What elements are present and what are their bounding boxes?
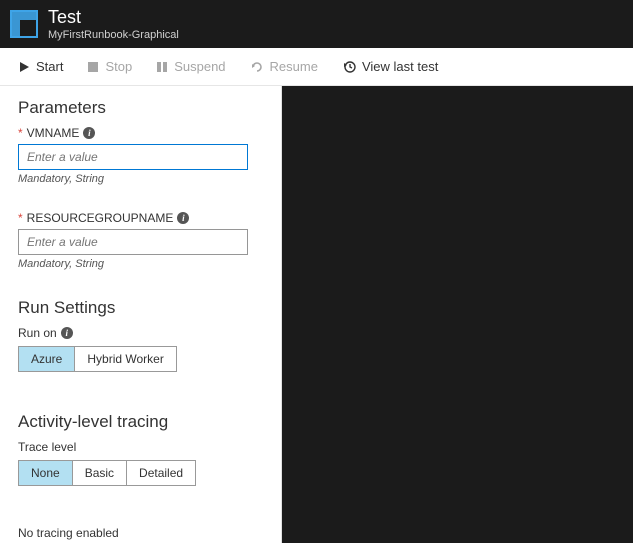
rgname-field: * RESOURCEGROUPNAME i Mandatory, String (18, 211, 263, 270)
trace-level-toggle: None Basic Detailed (18, 460, 196, 486)
pause-icon (156, 61, 168, 73)
resume-label: Resume (270, 59, 318, 74)
output-pane (282, 86, 633, 543)
suspend-button[interactable]: Suspend (146, 53, 235, 80)
run-settings-section: Run Settings Run on i Azure Hybrid Worke… (18, 298, 263, 372)
required-mark: * (18, 126, 23, 140)
info-icon[interactable]: i (61, 327, 73, 339)
vmname-label: VMNAME (27, 126, 80, 140)
run-on-azure[interactable]: Azure (19, 347, 75, 371)
start-label: Start (36, 59, 63, 74)
stop-label: Stop (105, 59, 132, 74)
run-on-hybrid[interactable]: Hybrid Worker (75, 347, 175, 371)
trace-detailed[interactable]: Detailed (127, 461, 195, 485)
tracing-message: No tracing enabled (18, 526, 263, 540)
rgname-label: RESOURCEGROUPNAME (27, 211, 174, 225)
page-title: Test (48, 7, 179, 28)
rgname-help: Mandatory, String (18, 258, 263, 270)
run-settings-heading: Run Settings (18, 298, 263, 318)
runbook-icon (10, 10, 38, 38)
blade-header: Test MyFirstRunbook-Graphical (0, 0, 633, 48)
start-button[interactable]: Start (8, 53, 73, 80)
vmname-field: * VMNAME i Mandatory, String (18, 126, 263, 185)
vmname-input[interactable] (18, 144, 248, 170)
info-icon[interactable]: i (83, 127, 95, 139)
page-subtitle: MyFirstRunbook-Graphical (48, 29, 179, 41)
rgname-input[interactable] (18, 229, 248, 255)
view-last-test-button[interactable]: View last test (332, 53, 448, 80)
history-icon (342, 60, 356, 74)
play-icon (18, 61, 30, 73)
trace-none[interactable]: None (19, 461, 73, 485)
resume-button[interactable]: Resume (240, 53, 328, 80)
resume-icon (250, 60, 264, 74)
stop-icon (87, 61, 99, 73)
run-on-toggle: Azure Hybrid Worker (18, 346, 177, 372)
vmname-help: Mandatory, String (18, 173, 263, 185)
tracing-section: Activity-level tracing Trace level None … (18, 412, 263, 540)
suspend-label: Suspend (174, 59, 225, 74)
required-mark: * (18, 211, 23, 225)
stop-button[interactable]: Stop (77, 53, 142, 80)
info-icon[interactable]: i (177, 212, 189, 224)
parameters-heading: Parameters (18, 98, 263, 118)
left-pane: Parameters * VMNAME i Mandatory, String … (0, 86, 282, 543)
tracing-heading: Activity-level tracing (18, 412, 263, 432)
run-on-label: Run on (18, 326, 57, 340)
view-last-label: View last test (362, 59, 438, 74)
trace-level-label: Trace level (18, 440, 76, 454)
trace-basic[interactable]: Basic (73, 461, 127, 485)
toolbar: Start Stop Suspend Resume View last test (0, 48, 633, 86)
